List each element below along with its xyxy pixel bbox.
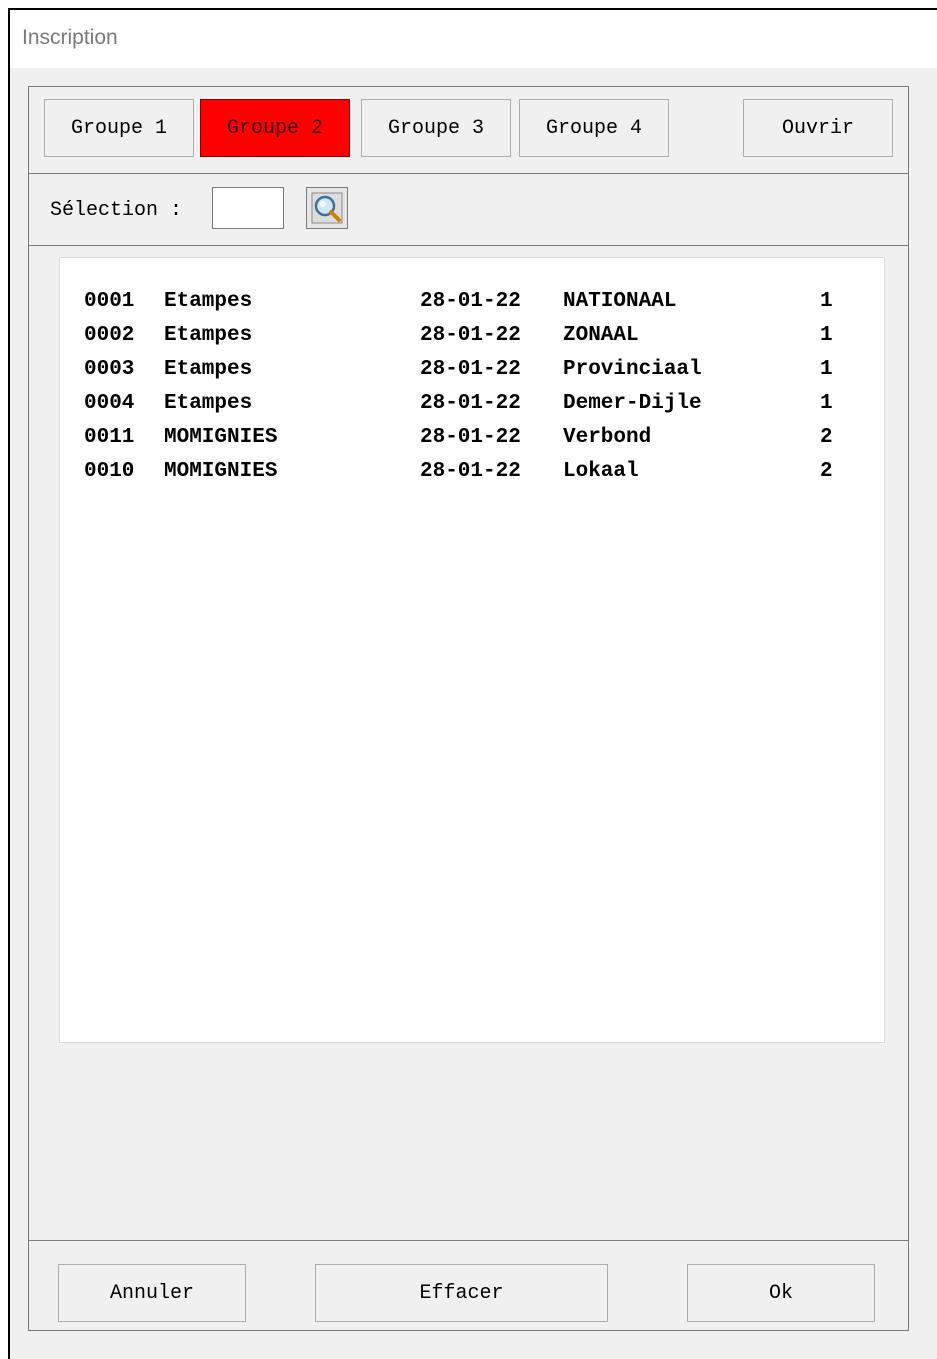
ok-button[interactable]: Ok xyxy=(687,1264,875,1322)
list-item[interactable]: 0002 Etampes 28-01-22 ZONAAL 1 xyxy=(60,320,884,354)
clear-button[interactable]: Effacer xyxy=(315,1264,608,1322)
magnifier-search-icon xyxy=(311,192,343,224)
inscription-window: Inscription Groupe 1 Groupe 2 Groupe 3 G… xyxy=(8,8,937,1359)
window-title: Inscription xyxy=(22,26,118,49)
selection-divider xyxy=(29,245,908,246)
toolbar-divider xyxy=(29,173,908,174)
group-4-button[interactable]: Groupe 4 xyxy=(519,99,669,157)
group-1-button[interactable]: Groupe 1 xyxy=(44,99,194,157)
cancel-button[interactable]: Annuler xyxy=(58,1264,246,1322)
main-panel: Groupe 1 Groupe 2 Groupe 3 Groupe 4 Ouvr… xyxy=(28,86,909,1331)
search-button[interactable] xyxy=(306,187,348,229)
group-2-button[interactable]: Groupe 2 xyxy=(200,99,350,157)
open-button[interactable]: Ouvrir xyxy=(743,99,893,157)
selection-label: Sélection : xyxy=(50,199,183,222)
results-list[interactable]: 0001 Etampes 28-01-22 NATIONAAL 1 0002 E… xyxy=(59,257,885,1043)
list-item[interactable]: 0001 Etampes 28-01-22 NATIONAAL 1 xyxy=(60,286,884,320)
group-3-button[interactable]: Groupe 3 xyxy=(361,99,511,157)
list-item[interactable]: 0003 Etampes 28-01-22 Provinciaal 1 xyxy=(60,354,884,388)
title-bar[interactable]: Inscription xyxy=(10,10,937,68)
list-item[interactable]: 0004 Etampes 28-01-22 Demer-Dijle 1 xyxy=(60,388,884,422)
selection-input[interactable] xyxy=(212,187,284,229)
footer-divider xyxy=(29,1240,908,1241)
list-item[interactable]: 0011 MOMIGNIES 28-01-22 Verbond 2 xyxy=(60,422,884,456)
list-item[interactable]: 0010 MOMIGNIES 28-01-22 Lokaal 2 xyxy=(60,456,884,490)
